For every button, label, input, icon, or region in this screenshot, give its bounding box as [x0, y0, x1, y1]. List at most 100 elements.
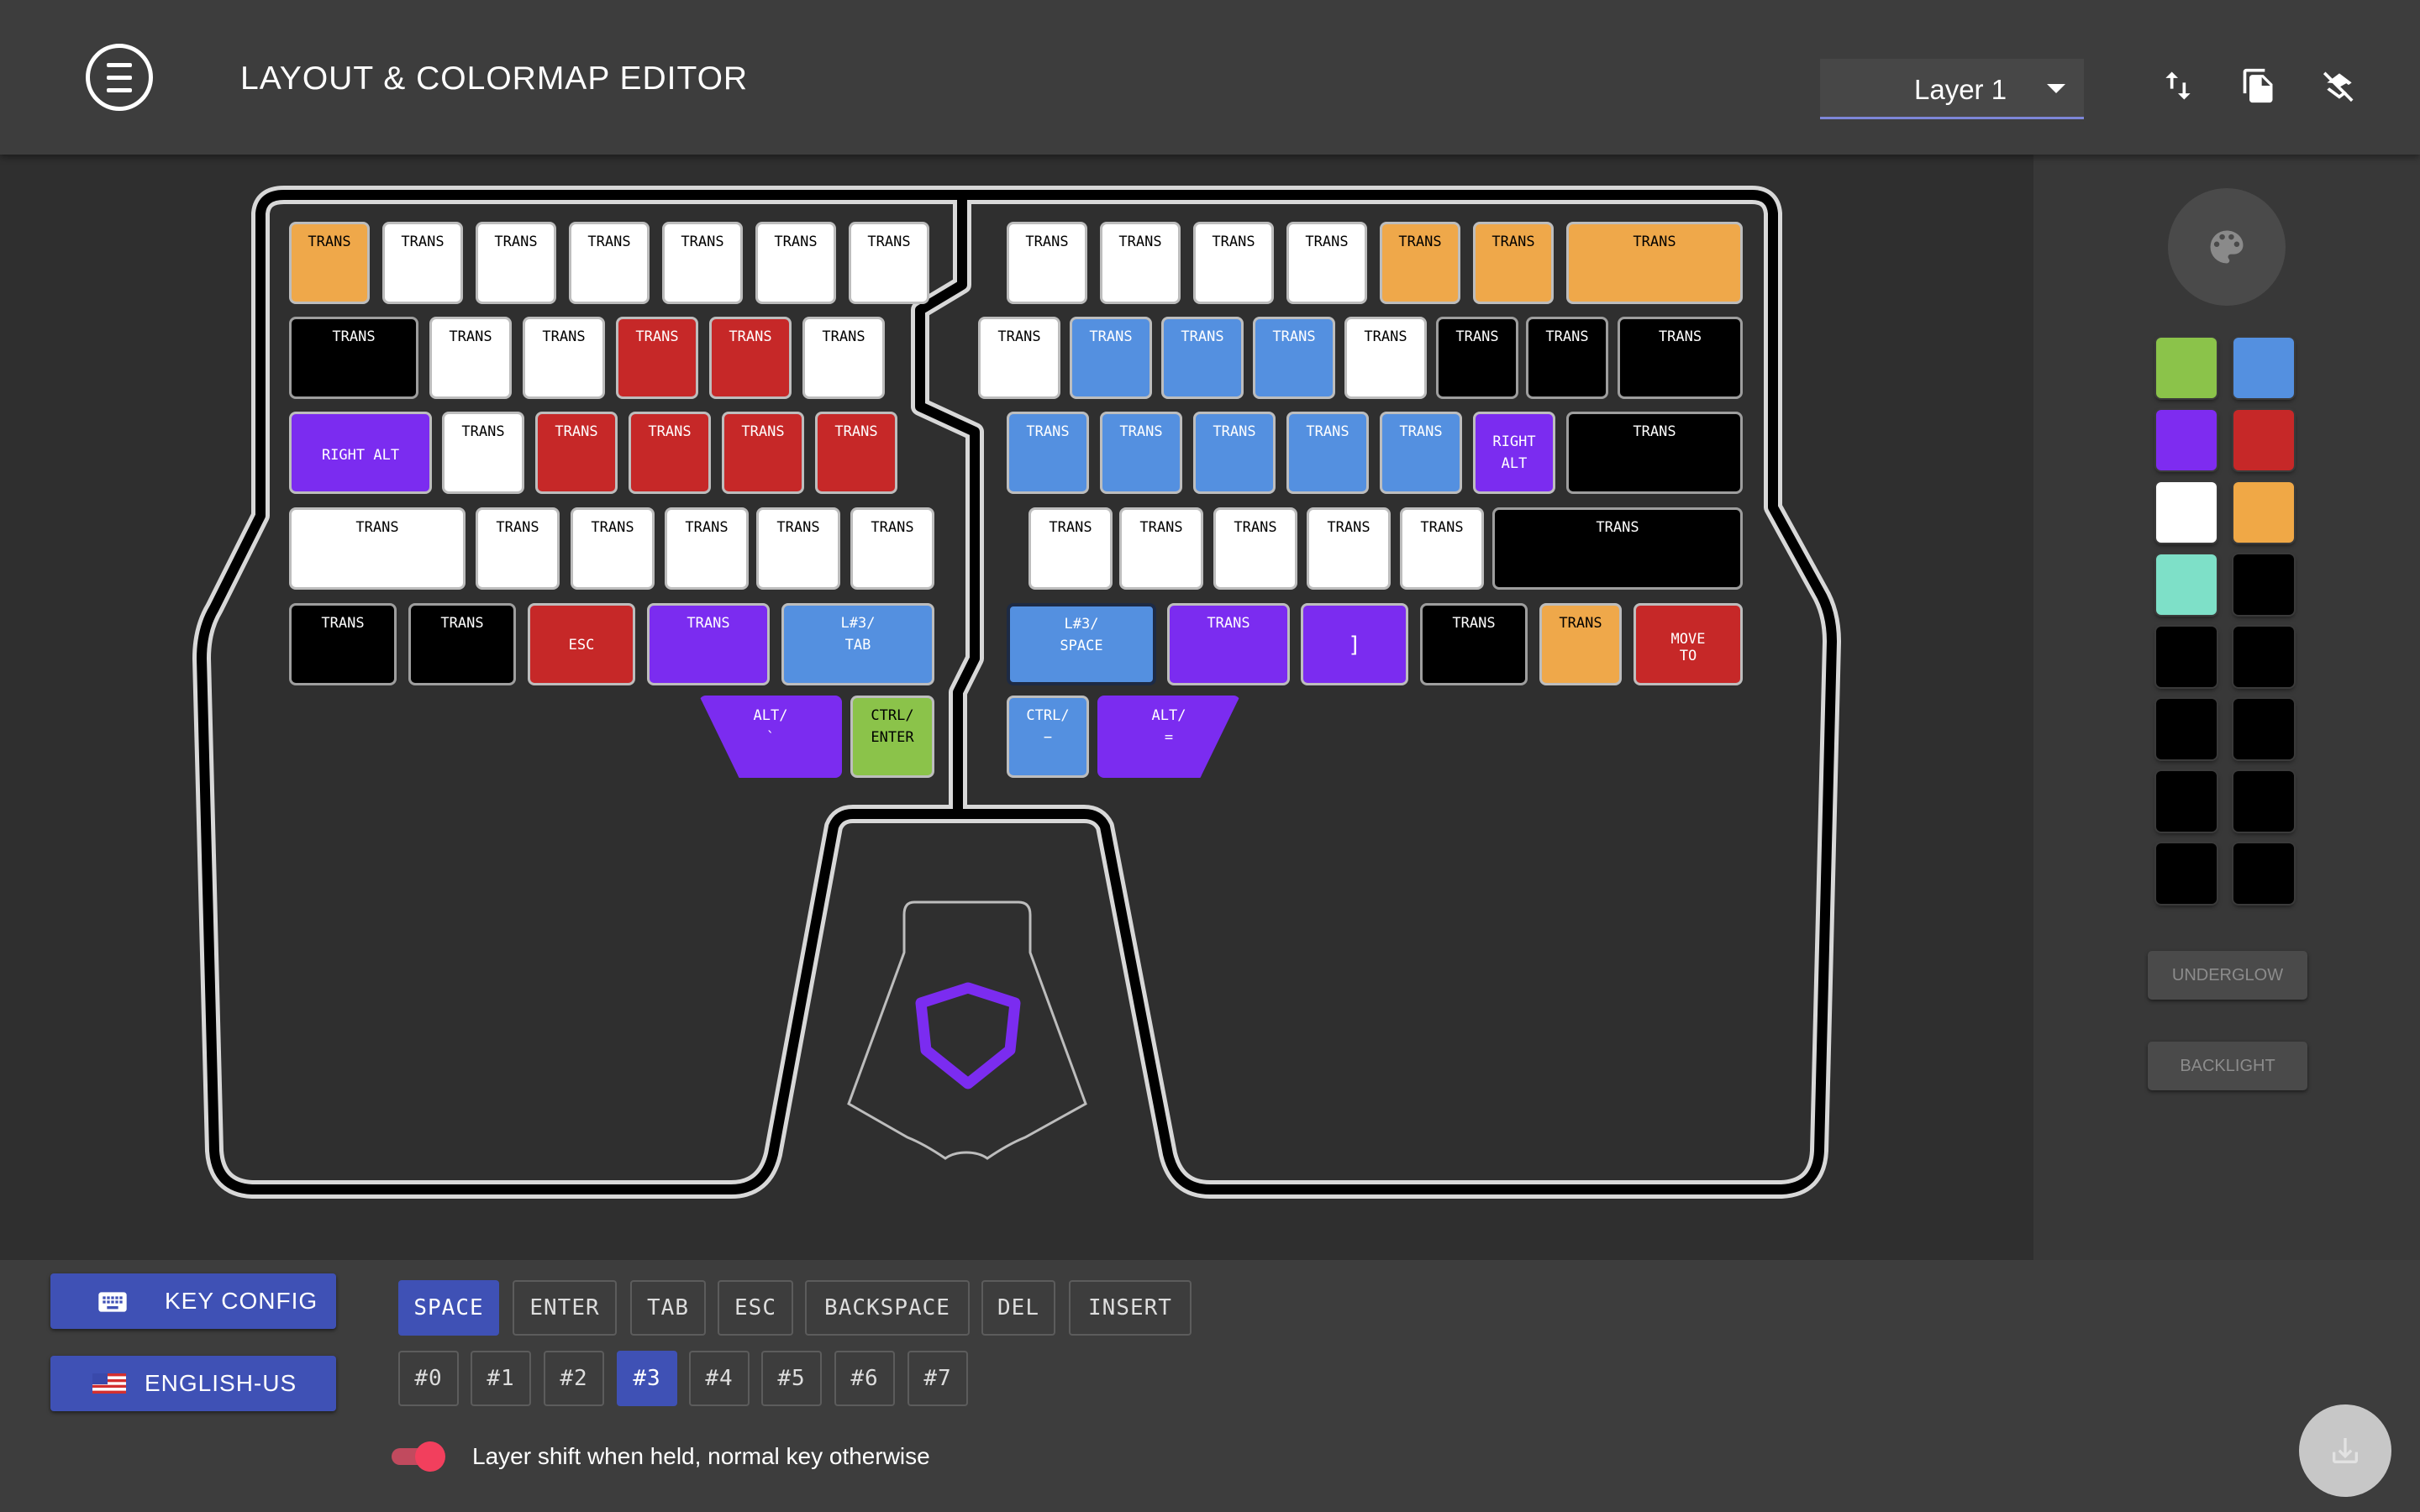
key[interactable]: ]: [1301, 603, 1408, 685]
key[interactable]: TRANS: [1526, 317, 1608, 399]
key[interactable]: TRANS: [1566, 222, 1743, 304]
key[interactable]: TRANS: [1566, 412, 1743, 494]
color-swatch[interactable]: [2233, 627, 2294, 687]
copy-icon[interactable]: [2240, 67, 2277, 104]
backlight-button[interactable]: BACKLIGHT: [2148, 1042, 2307, 1090]
key[interactable]: TRANS: [476, 222, 556, 304]
key[interactable]: TRANS: [647, 603, 770, 685]
color-swatch[interactable]: [2156, 482, 2217, 543]
key[interactable]: TRANS: [978, 317, 1060, 399]
key[interactable]: TRANS: [1161, 317, 1244, 399]
key[interactable]: TRANS: [1100, 222, 1181, 304]
color-swatch[interactable]: [2233, 771, 2294, 832]
key[interactable]: TRANS: [1007, 222, 1087, 304]
key[interactable]: TRANS: [382, 222, 463, 304]
color-swatch[interactable]: [2156, 410, 2217, 470]
color-swatch[interactable]: [2233, 843, 2294, 904]
language-button[interactable]: ENGLISH-US: [50, 1356, 336, 1411]
layer-chip-6[interactable]: #6: [834, 1351, 895, 1406]
key[interactable]: TRANS: [1119, 507, 1203, 590]
key[interactable]: TRANS: [1420, 603, 1528, 685]
key-config-button[interactable]: KEY CONFIG: [50, 1273, 336, 1329]
key[interactable]: TRANS: [1167, 603, 1290, 685]
menu-button[interactable]: [86, 44, 153, 111]
key-chip-enter[interactable]: ENTER: [513, 1280, 617, 1336]
key[interactable]: TRANS: [1007, 412, 1089, 494]
key[interactable]: TRANS: [571, 507, 655, 590]
key[interactable]: TRANS: [629, 412, 711, 494]
key[interactable]: TRANS: [662, 222, 743, 304]
layer-chip-1[interactable]: #1: [471, 1351, 531, 1406]
key-chip-backspace[interactable]: BACKSPACE: [805, 1280, 970, 1336]
key[interactable]: TRANS: [1307, 507, 1391, 590]
key[interactable]: TRANS: [1380, 222, 1460, 304]
key[interactable]: TRANS: [289, 603, 397, 685]
key[interactable]: TRANS: [1380, 412, 1462, 494]
key[interactable]: TRANS: [523, 317, 605, 399]
key[interactable]: TRANS: [1100, 412, 1182, 494]
key[interactable]: TRANS: [616, 317, 698, 399]
color-swatch[interactable]: [2156, 771, 2217, 832]
key[interactable]: CTRL/ ENTER: [850, 696, 934, 778]
swap-vertical-icon[interactable]: [2160, 67, 2196, 104]
key[interactable]: TRANS: [802, 317, 885, 399]
layer-select[interactable]: Layer 1: [1820, 59, 2084, 119]
key[interactable]: TRANS: [755, 222, 836, 304]
key[interactable]: TRANS: [442, 412, 524, 494]
key[interactable]: CTRL/ −: [1007, 696, 1089, 778]
key[interactable]: TRANS: [1492, 507, 1743, 590]
color-swatch[interactable]: [2233, 554, 2294, 615]
key-chip-insert[interactable]: INSERT: [1069, 1280, 1192, 1336]
key[interactable]: TRANS: [1539, 603, 1622, 685]
key[interactable]: L#3/ SPACE: [1007, 603, 1156, 685]
key[interactable]: TRANS: [722, 412, 804, 494]
layer-chip-0[interactable]: #0: [398, 1351, 459, 1406]
key[interactable]: TRANS: [1286, 412, 1369, 494]
key[interactable]: RIGHT ALT: [289, 412, 432, 494]
key[interactable]: TRANS: [849, 222, 929, 304]
color-swatch[interactable]: [2233, 699, 2294, 759]
key[interactable]: TRANS: [535, 412, 618, 494]
key[interactable]: TRANS: [1618, 317, 1743, 399]
key[interactable]: TRANS: [665, 507, 749, 590]
key[interactable]: L#3/ TAB: [781, 603, 934, 685]
key[interactable]: TRANS: [1070, 317, 1152, 399]
key[interactable]: TRANS: [1436, 317, 1518, 399]
color-swatch[interactable]: [2233, 482, 2294, 543]
color-swatch[interactable]: [2233, 410, 2294, 470]
color-swatch[interactable]: [2156, 338, 2217, 398]
layer-chip-2[interactable]: #2: [544, 1351, 604, 1406]
layer-chip-3[interactable]: #3: [617, 1351, 677, 1406]
key[interactable]: TRANS: [1253, 317, 1335, 399]
key-chip-esc[interactable]: ESC: [718, 1280, 793, 1336]
color-swatch[interactable]: [2156, 843, 2217, 904]
key-chip-tab[interactable]: TAB: [630, 1280, 706, 1336]
layer-shift-toggle[interactable]: [392, 1441, 445, 1472]
key[interactable]: TRANS: [1400, 507, 1484, 590]
key[interactable]: TRANS: [289, 317, 418, 399]
color-swatch[interactable]: [2156, 699, 2217, 759]
underglow-button[interactable]: UNDERGLOW: [2148, 951, 2307, 1000]
palette-button[interactable]: [2168, 188, 2286, 306]
key[interactable]: TRANS: [1193, 222, 1274, 304]
color-swatch[interactable]: [2233, 338, 2294, 398]
key[interactable]: TRANS: [1028, 507, 1113, 590]
key[interactable]: TRANS: [476, 507, 560, 590]
key[interactable]: TRANS: [1286, 222, 1367, 304]
key[interactable]: TRANS: [815, 412, 897, 494]
layer-chip-7[interactable]: #7: [908, 1351, 968, 1406]
key[interactable]: RIGHT ALT: [1473, 412, 1555, 494]
key[interactable]: TRANS: [1344, 317, 1427, 399]
color-swatch[interactable]: [2156, 554, 2217, 615]
key[interactable]: ESC: [528, 603, 635, 685]
key[interactable]: TRANS: [569, 222, 650, 304]
key-chip-space[interactable]: SPACE: [398, 1280, 499, 1336]
key[interactable]: MOVE TO: [1634, 603, 1743, 685]
key[interactable]: TRANS: [1193, 412, 1276, 494]
key[interactable]: TRANS: [429, 317, 512, 399]
key[interactable]: TRANS: [408, 603, 516, 685]
key[interactable]: TRANS: [1473, 222, 1554, 304]
layer-chip-4[interactable]: #4: [689, 1351, 750, 1406]
key[interactable]: TRANS: [289, 222, 370, 304]
key[interactable]: TRANS: [756, 507, 840, 590]
